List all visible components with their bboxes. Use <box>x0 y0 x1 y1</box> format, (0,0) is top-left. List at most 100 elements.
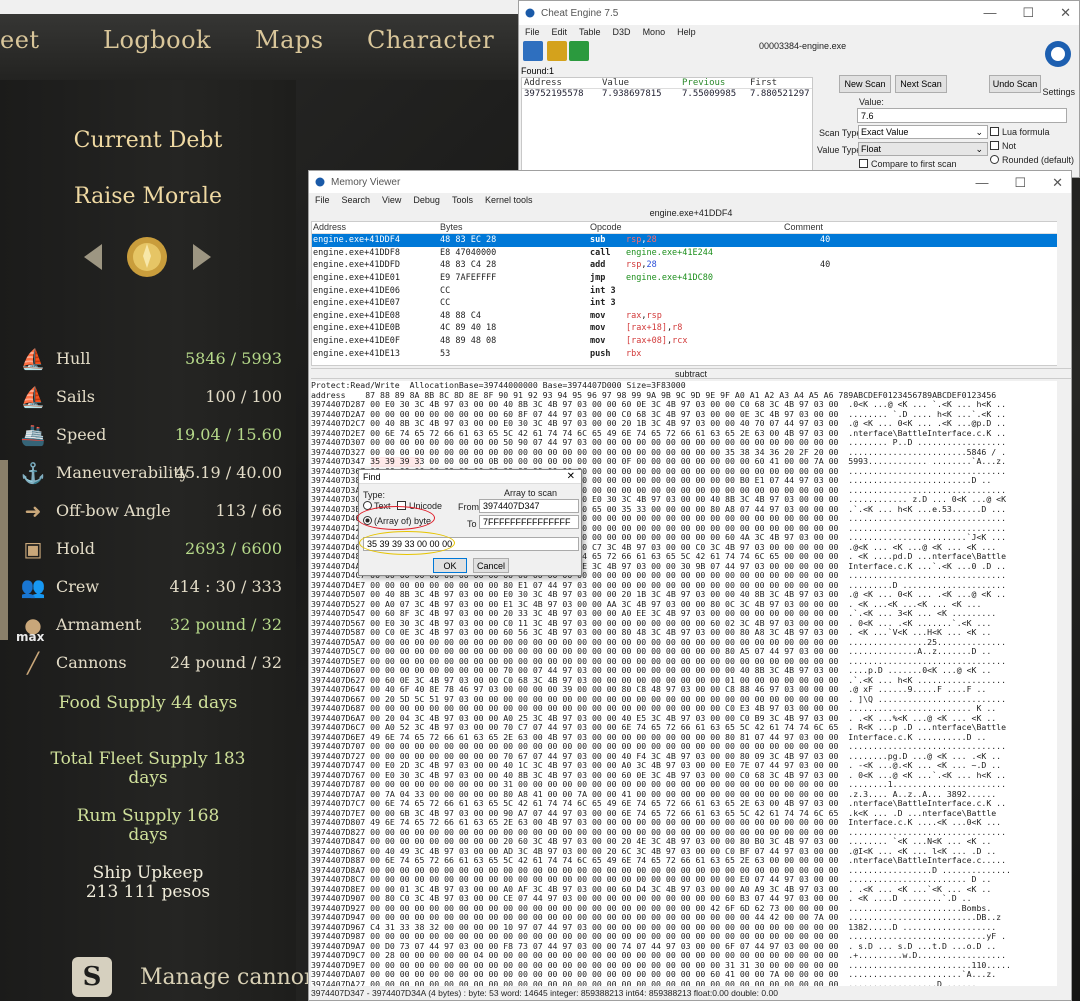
hex-row[interactable]: 3974407D2E7 00 6E 74 65 72 66 61 63 65 5… <box>311 429 1061 439</box>
hex-row[interactable]: 3974407DA07 00 00 00 00 00 00 00 00 00 0… <box>311 970 1061 980</box>
hex-row[interactable]: 3974407D547 00 60 8F 3C 4B 97 03 00 00 2… <box>311 609 1061 619</box>
mv-menu-search[interactable]: Search <box>342 195 371 205</box>
find-titlebar[interactable]: Find ✕ <box>359 470 581 484</box>
from-address-input[interactable]: 3974407D347 <box>479 499 579 513</box>
mv-titlebar[interactable]: Memory Viewer — ☐ ✕ <box>309 171 1071 193</box>
hex-row[interactable]: 3974407D8A7 00 00 00 00 00 00 00 00 00 0… <box>311 866 1061 876</box>
hex-row[interactable]: 3974407D867 00 40 49 3C 4B 97 03 00 00 A… <box>311 847 1061 857</box>
disassembler-view[interactable]: Address Bytes Opcode Comment engine.exe+… <box>311 221 1058 366</box>
col-first[interactable]: First <box>750 78 812 88</box>
hex-row[interactable]: 3974407D507 00 40 8B 3C 4B 97 03 00 00 E… <box>311 590 1061 600</box>
stat-row-off-bow-angle[interactable]: ➜ Off-bow Angle 113 / 66 <box>16 494 282 528</box>
rounded-default-radio[interactable] <box>990 155 999 164</box>
stat-row-speed[interactable]: 🚢 Speed 19.04 / 15.60 <box>16 418 282 452</box>
mv-menu-file[interactable]: File <box>315 195 330 205</box>
hex-row[interactable]: 3974407D927 00 00 00 00 00 00 00 00 00 0… <box>311 904 1061 914</box>
hex-row[interactable]: 3974407D5E7 00 00 00 00 00 00 00 00 00 0… <box>311 657 1061 667</box>
hex-row[interactable]: 3974407D9A7 00 D0 73 07 44 97 03 00 00 F… <box>311 942 1061 952</box>
hex-row[interactable]: 3974407D787 00 00 00 00 00 00 00 00 00 3… <box>311 780 1061 790</box>
hex-row[interactable]: 3974407D827 00 00 00 00 00 00 00 00 00 0… <box>311 828 1061 838</box>
hex-row[interactable]: 3974407D907 00 80 C0 3C 4B 97 03 00 00 C… <box>311 894 1061 904</box>
nav-tab-character[interactable]: Character <box>367 26 494 54</box>
col-address[interactable]: Address <box>522 78 602 88</box>
hex-row[interactable]: 3974407D727 00 00 00 00 00 00 00 00 00 7… <box>311 752 1061 762</box>
disassembler-scrollbar[interactable] <box>1057 221 1069 366</box>
menu-mono[interactable]: Mono <box>643 27 666 37</box>
minimize-icon[interactable]: — <box>983 5 996 21</box>
stat-row-cannons[interactable]: ╱ Cannons 24 pound / 32 <box>16 646 282 680</box>
hex-row[interactable]: 3974407D347 35 39 39 33 00 00 00 00 0B 0… <box>311 457 1061 467</box>
hex-row[interactable]: 3974407D967 C4 31 33 38 32 00 00 00 00 1… <box>311 923 1061 933</box>
hex-row[interactable]: 3974407D667 00 20 5D 5C 51 97 03 00 00 0… <box>311 695 1061 705</box>
stat-row-hold[interactable]: ▣ Hold 2693 / 6600 <box>16 532 282 566</box>
hex-row[interactable]: 3974407D627 00 60 0E 3C 4B 97 03 00 00 C… <box>311 676 1061 686</box>
undo-scan-button[interactable]: Undo Scan <box>989 75 1041 93</box>
hex-row[interactable]: 3974407D7A7 00 7A 04 33 00 00 00 00 00 8… <box>311 790 1061 800</box>
col-previous[interactable]: Previous <box>682 78 750 88</box>
hex-row[interactable]: 3974407D567 00 E0 30 3C 4B 97 03 00 00 C… <box>311 619 1061 629</box>
hex-row[interactable]: 3974407D6A7 00 20 04 3C 4B 97 03 00 00 A… <box>311 714 1061 724</box>
value-type-select[interactable]: Float ⌄ <box>858 142 988 156</box>
disasm-row[interactable]: engine.exe+41DE0F 48 89 48 08 mov [rax+08],… <box>312 335 1057 348</box>
disasm-row[interactable]: engine.exe+41DE08 48 88 C4 mov rax,rsp <box>312 310 1057 323</box>
mv-menu-kernel-tools[interactable]: Kernel tools <box>485 195 533 205</box>
disasm-row[interactable]: engine.exe+41DE06 CC int 3 <box>312 284 1057 297</box>
maximize-icon[interactable]: ☐ <box>1014 175 1026 191</box>
hex-row[interactable]: 3974407D4E7 00 00 00 00 00 00 00 00 00 8… <box>311 581 1061 591</box>
cancel-button[interactable]: Cancel <box>473 558 509 573</box>
disasm-row[interactable]: engine.exe+41DDF4 48 83 EC 28 sub rsp,28 40 <box>312 234 1057 247</box>
hex-row[interactable]: 3974407DA27 00 00 00 00 00 00 00 00 00 0… <box>311 980 1061 987</box>
stat-row-hull[interactable]: ⛵ Hull 5846 / 5993 <box>16 342 282 376</box>
stat-row-armament[interactable]: ● Armament 32 pound / 32 max <box>16 608 282 644</box>
hex-row[interactable]: 3974407D2A7 00 00 00 00 00 00 00 00 00 6… <box>311 410 1061 420</box>
hex-row[interactable]: 3974407D6C7 00 A0 52 3C 4B 97 03 00 00 7… <box>311 723 1061 733</box>
save-table-icon[interactable] <box>569 41 589 61</box>
hex-row[interactable]: 3974407D587 00 C0 0E 3C 4B 97 03 00 00 6… <box>311 628 1061 638</box>
hex-row[interactable]: 3974407D947 00 00 00 00 00 00 00 00 00 0… <box>311 913 1061 923</box>
scan-result-row[interactable]: 39752195578 7.938697815 7.55009985 7.880… <box>522 89 812 101</box>
stat-row-maneuverability[interactable]: ⚓ Maneuverability 45.19 / 40.00 <box>16 456 282 490</box>
hex-row[interactable]: 3974407D527 00 A0 07 3C 4B 97 03 00 00 E… <box>311 600 1061 610</box>
stat-row-crew[interactable]: 👥 Crew 414 : 30 / 333 <box>16 570 282 604</box>
maximize-icon[interactable]: ☐ <box>1022 5 1034 21</box>
stat-row-sails[interactable]: ⛵ Sails 100 / 100 <box>16 380 282 414</box>
raise-morale-button[interactable]: Raise Morale <box>0 184 296 209</box>
hex-row[interactable]: 3974407D5C7 00 00 00 00 00 00 00 00 00 0… <box>311 647 1061 657</box>
disasm-row[interactable]: engine.exe+41DDF8 E8 47040000 call engine.e… <box>312 247 1057 260</box>
mv-menu-tools[interactable]: Tools <box>452 195 473 205</box>
hex-row[interactable]: 3974407D687 00 00 00 00 00 00 00 00 00 0… <box>311 704 1061 714</box>
hex-row[interactable]: 3974407D9E7 00 00 00 00 00 00 00 00 00 0… <box>311 961 1061 971</box>
hex-scrollbar[interactable] <box>1057 381 1069 986</box>
col-comment[interactable]: Comment <box>784 222 884 233</box>
manage-cannons-button[interactable]: S Manage cannon <box>70 955 318 999</box>
nav-tab-maps[interactable]: Maps <box>255 26 324 54</box>
minimize-icon[interactable]: — <box>975 175 988 191</box>
menu-file[interactable]: File <box>525 27 540 37</box>
hex-row[interactable]: 3974407D6E7 49 6E 74 65 72 66 61 63 65 2… <box>311 733 1061 743</box>
hex-row[interactable]: 3974407D807 49 6E 74 65 72 66 61 63 65 2… <box>311 818 1061 828</box>
new-scan-button[interactable]: New Scan <box>839 75 891 93</box>
hex-row[interactable]: 3974407D9C7 00 28 00 00 00 00 00 04 00 0… <box>311 951 1061 961</box>
open-table-icon[interactable] <box>547 41 567 61</box>
col-value[interactable]: Value <box>602 78 682 88</box>
hex-row[interactable]: 3974407D887 00 6E 74 65 72 66 61 63 65 5… <box>311 856 1061 866</box>
menu-table[interactable]: Table <box>579 27 601 37</box>
hex-row[interactable]: 3974407D7C7 00 6E 74 65 72 66 61 63 65 5… <box>311 799 1061 809</box>
menu-d3d[interactable]: D3D <box>613 27 631 37</box>
hex-row[interactable]: 3974407D287 00 E0 30 3C 4B 97 03 00 00 4… <box>311 400 1061 410</box>
disasm-row[interactable]: engine.exe+41DE0B 4C 89 40 18 mov [rax+18],… <box>312 322 1057 335</box>
current-debt-label[interactable]: Current Debt <box>0 128 296 153</box>
col-address[interactable]: Address <box>312 222 440 233</box>
hex-row[interactable]: 3974407D7E7 00 00 6B 3C 4B 97 03 00 00 9… <box>311 809 1061 819</box>
hex-row[interactable]: 3974407D767 00 E0 30 3C 4B 97 03 00 00 4… <box>311 771 1061 781</box>
menu-help[interactable]: Help <box>677 27 696 37</box>
close-icon[interactable]: ✕ <box>1060 5 1071 21</box>
hex-row[interactable]: 3974407D2C7 00 40 8B 3C 4B 97 03 00 00 E… <box>311 419 1061 429</box>
next-scan-button[interactable]: Next Scan <box>895 75 947 93</box>
menu-edit[interactable]: Edit <box>552 27 568 37</box>
hex-row[interactable]: 3974407D847 00 00 00 00 00 00 00 00 00 2… <box>311 837 1061 847</box>
not-checkbox[interactable] <box>990 141 999 150</box>
settings-label[interactable]: Settings <box>1042 87 1075 97</box>
nav-tab-sheet[interactable]: eet <box>0 26 40 54</box>
hex-row[interactable]: 3974407D607 00 00 00 00 00 00 00 00 00 7… <box>311 666 1061 676</box>
